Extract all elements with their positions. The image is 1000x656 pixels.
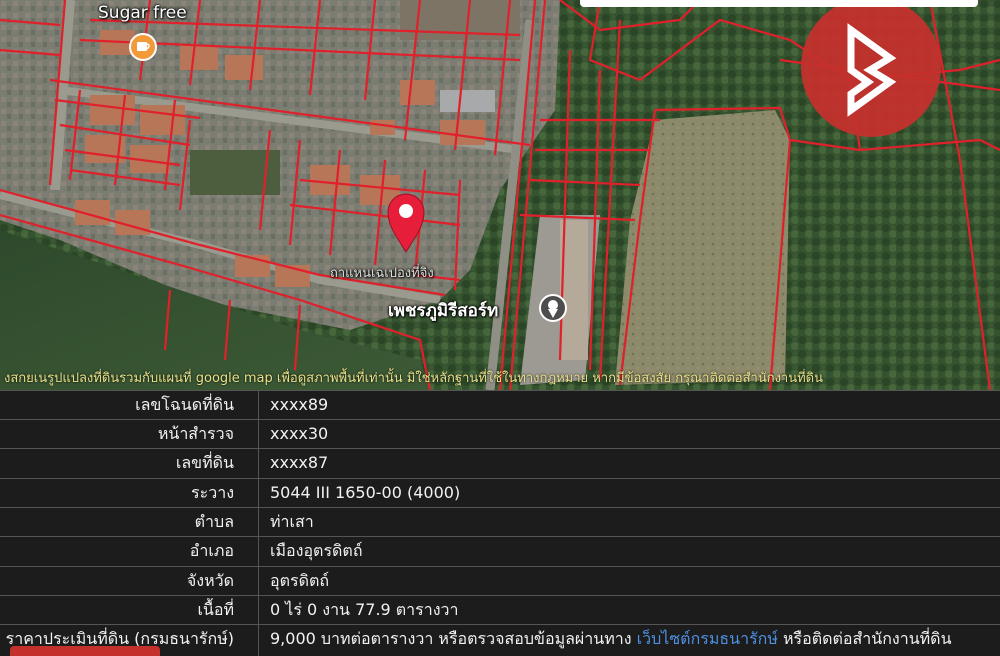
table-row: ระวาง 5044 III 1650-00 (4000) <box>0 478 1000 507</box>
table-row: อำเภอ เมืองอุตรดิตถ์ <box>0 536 1000 565</box>
row-value: 5044 III 1650-00 (4000) <box>270 483 461 502</box>
cafe-marker <box>129 33 157 61</box>
disclaimer-marquee: งสกยเนรูปแปลงที่ดินรวมกับแผนที่ google m… <box>4 371 824 386</box>
poi-label-resort[interactable]: เพชรภูมิรีสอร์ท <box>388 297 498 324</box>
table-row: ตำบล ท่าเสา <box>0 507 1000 536</box>
row-key: เลขโฉนดที่ดิน <box>135 395 234 414</box>
price-suffix: หรือติดต่อสำนักงานที่ดิน <box>777 629 952 648</box>
row-key: เลขที่ดิน <box>175 453 234 472</box>
row-value: xxxx87 <box>270 453 329 472</box>
poi-label-sugar-free[interactable]: Sugar free <box>98 3 187 23</box>
place-marker-icon <box>539 294 567 322</box>
table-row: เลขที่ดิน xxxx87 <box>0 448 1000 477</box>
row-key: ตำบล <box>194 512 234 531</box>
column-divider <box>258 390 259 656</box>
satellite-map[interactable]: Sugar free ถาแหนเฉเปองที่จิง เพชรภูมิรีส… <box>0 0 1000 390</box>
map-canvas <box>0 0 1000 390</box>
row-key: หน้าสำรวจ <box>157 424 234 443</box>
table-row: เนื้อที่ 0 ไร่ 0 งาน 77.9 ตารางวา <box>0 595 1000 624</box>
table-row: จังหวัด อุตรดิตถ์ <box>0 566 1000 595</box>
land-info-table: เลขโฉนดที่ดิน xxxx89 หน้าสำรวจ xxxx30 เล… <box>0 390 1000 656</box>
row-key: เนื้อที่ <box>197 600 234 619</box>
row-value: ท่าเสา <box>270 512 314 531</box>
row-value: 9,000 บาทต่อตารางวา หรือตรวจสอบข้อมูลผ่า… <box>258 625 1000 653</box>
price-text: 9,000 บาทต่อตารางวา หรือตรวจสอบข้อมูลผ่า… <box>270 629 637 648</box>
brand-b-logo <box>801 0 941 137</box>
row-key: จังหวัด <box>186 571 234 590</box>
row-value: เมืองอุตรดิตถ์ <box>270 541 363 560</box>
row-value: xxxx89 <box>270 395 329 414</box>
row-key: ระวาง <box>191 483 234 502</box>
poi-label-village: ถาแหนเฉเปองที่จิง <box>330 266 434 281</box>
table-row: เลขโฉนดที่ดิน xxxx89 <box>0 390 1000 419</box>
row-value: อุตรดิตถ์ <box>270 571 330 590</box>
bottom-badge <box>10 646 160 656</box>
table-row: หน้าสำรวจ xxxx30 <box>0 419 1000 448</box>
treasury-website-link[interactable]: เว็บไซต์กรมธนารักษ์ <box>637 629 778 648</box>
row-key: อำเภอ <box>189 541 234 560</box>
row-value: xxxx30 <box>270 424 329 443</box>
row-value: 0 ไร่ 0 งาน 77.9 ตารางวา <box>270 600 459 619</box>
search-box-edge[interactable] <box>580 0 978 7</box>
